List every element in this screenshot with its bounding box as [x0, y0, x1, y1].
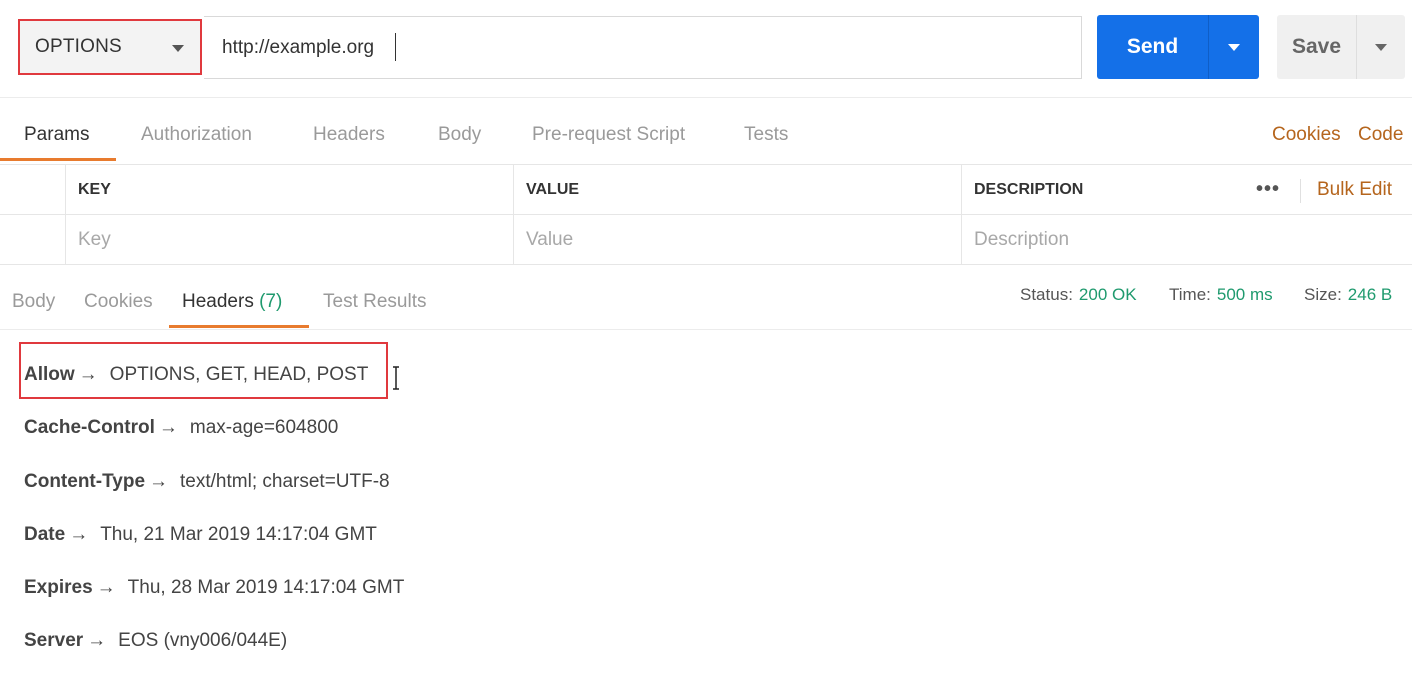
- arrow-right-icon: →: [87, 630, 107, 651]
- row-checkbox-cell: [0, 215, 66, 264]
- response-headers-list: Allow → OPTIONS, GET, HEAD, POST Cache-Con…: [0, 330, 1412, 674]
- header-key: Allow: [24, 364, 75, 385]
- arrow-right-icon: →: [158, 417, 178, 438]
- size-label: Size:: [1304, 285, 1342, 304]
- response-tab-cookies[interactable]: Cookies: [84, 291, 153, 313]
- param-value-input[interactable]: [526, 228, 961, 251]
- header-key: Content-Type: [24, 471, 146, 492]
- tab-params[interactable]: Params: [24, 124, 89, 146]
- text-cursor: [395, 33, 396, 61]
- chevron-down-icon: [172, 45, 184, 52]
- send-button[interactable]: Send: [1097, 15, 1209, 79]
- response-header-row: Content-Type → text/html; charset=UTF-8: [24, 471, 390, 493]
- header-value: text/html; charset=UTF-8: [180, 471, 390, 492]
- method-select-value: OPTIONS: [35, 36, 122, 57]
- text-cursor-icon: [393, 366, 399, 390]
- response-header-row: Expires → Thu, 28 Mar 2019 14:17:04 GMT: [24, 577, 404, 599]
- response-tab-headers-label: Headers: [182, 291, 254, 312]
- request-bar: OPTIONS Send Save: [0, 0, 1412, 98]
- request-tabs: Params Authorization Headers Body Pre-re…: [0, 110, 1412, 164]
- chevron-down-icon: [1375, 43, 1387, 51]
- arrow-right-icon: →: [149, 471, 169, 492]
- column-header-key: KEY: [66, 165, 514, 214]
- response-tabs: Body Cookies Headers (7) Test Results St…: [0, 264, 1412, 330]
- save-options-dropdown[interactable]: [1357, 15, 1405, 79]
- arrow-right-icon: →: [96, 577, 116, 598]
- response-status: Status: 200 OK: [1020, 285, 1137, 305]
- save-button[interactable]: Save: [1277, 15, 1357, 79]
- save-button-group: Save: [1277, 15, 1405, 79]
- active-tab-indicator: [0, 158, 116, 161]
- cookies-link[interactable]: Cookies: [1272, 124, 1341, 146]
- size-value: 246 B: [1347, 285, 1393, 304]
- header-key: Date: [24, 524, 66, 545]
- header-key: Cache-Control: [24, 417, 155, 438]
- status-value: 200 OK: [1078, 285, 1137, 304]
- url-input[interactable]: [204, 16, 1082, 79]
- send-button-group: Send: [1097, 15, 1259, 79]
- bulk-edit-link[interactable]: Bulk Edit: [1317, 179, 1392, 201]
- response-header-row: Cache-Control → max-age=604800: [24, 417, 338, 439]
- arrow-right-icon: →: [69, 524, 89, 545]
- response-tab-headers[interactable]: Headers (7): [182, 291, 282, 313]
- send-options-dropdown[interactable]: [1209, 15, 1259, 79]
- tab-tests[interactable]: Tests: [744, 124, 788, 146]
- response-header-row: Server → EOS (vny006/044E): [24, 630, 287, 652]
- header-key: Server: [24, 630, 84, 651]
- time-label: Time:: [1169, 285, 1211, 304]
- header-value: EOS (vny006/044E): [118, 630, 288, 651]
- code-link[interactable]: Code: [1358, 124, 1403, 146]
- method-select[interactable]: OPTIONS: [18, 19, 202, 75]
- tab-authorization[interactable]: Authorization: [141, 124, 252, 146]
- arrow-right-icon: →: [78, 364, 98, 385]
- tab-body[interactable]: Body: [438, 124, 481, 146]
- response-time: Time: 500 ms: [1169, 285, 1273, 305]
- table-header-row: KEY VALUE DESCRIPTION ••• Bulk Edit: [0, 165, 1412, 215]
- divider: [1300, 179, 1301, 203]
- tab-headers[interactable]: Headers: [313, 124, 385, 146]
- param-description-cell: [962, 215, 1412, 264]
- response-size: Size: 246 B: [1304, 285, 1392, 305]
- header-key: Expires: [24, 577, 93, 598]
- response-tab-body[interactable]: Body: [12, 291, 55, 313]
- header-value: Thu, 21 Mar 2019 14:17:04 GMT: [100, 524, 377, 545]
- headers-count-badge: (7): [259, 291, 283, 312]
- response-tab-test-results[interactable]: Test Results: [323, 291, 426, 313]
- status-label: Status:: [1020, 285, 1073, 304]
- response-header-row: Allow → OPTIONS, GET, HEAD, POST: [24, 364, 368, 386]
- param-key-cell: [66, 215, 514, 264]
- header-value: max-age=604800: [189, 417, 339, 438]
- table-row: [0, 215, 1412, 265]
- chevron-down-icon: [1228, 43, 1240, 51]
- checkbox-column-header: [0, 165, 66, 214]
- params-table: KEY VALUE DESCRIPTION ••• Bulk Edit: [0, 164, 1412, 265]
- more-options-icon[interactable]: •••: [1256, 178, 1280, 201]
- time-value: 500 ms: [1216, 285, 1273, 304]
- column-header-value: VALUE: [514, 165, 962, 214]
- active-tab-indicator: [169, 325, 309, 328]
- param-description-input[interactable]: [974, 228, 1412, 251]
- tab-pre-request-script[interactable]: Pre-request Script: [532, 124, 685, 146]
- param-value-cell: [514, 215, 962, 264]
- param-key-input[interactable]: [78, 228, 513, 251]
- response-header-row: Date → Thu, 21 Mar 2019 14:17:04 GMT: [24, 524, 377, 546]
- header-value: Thu, 28 Mar 2019 14:17:04 GMT: [127, 577, 405, 598]
- header-value: OPTIONS, GET, HEAD, POST: [109, 364, 369, 385]
